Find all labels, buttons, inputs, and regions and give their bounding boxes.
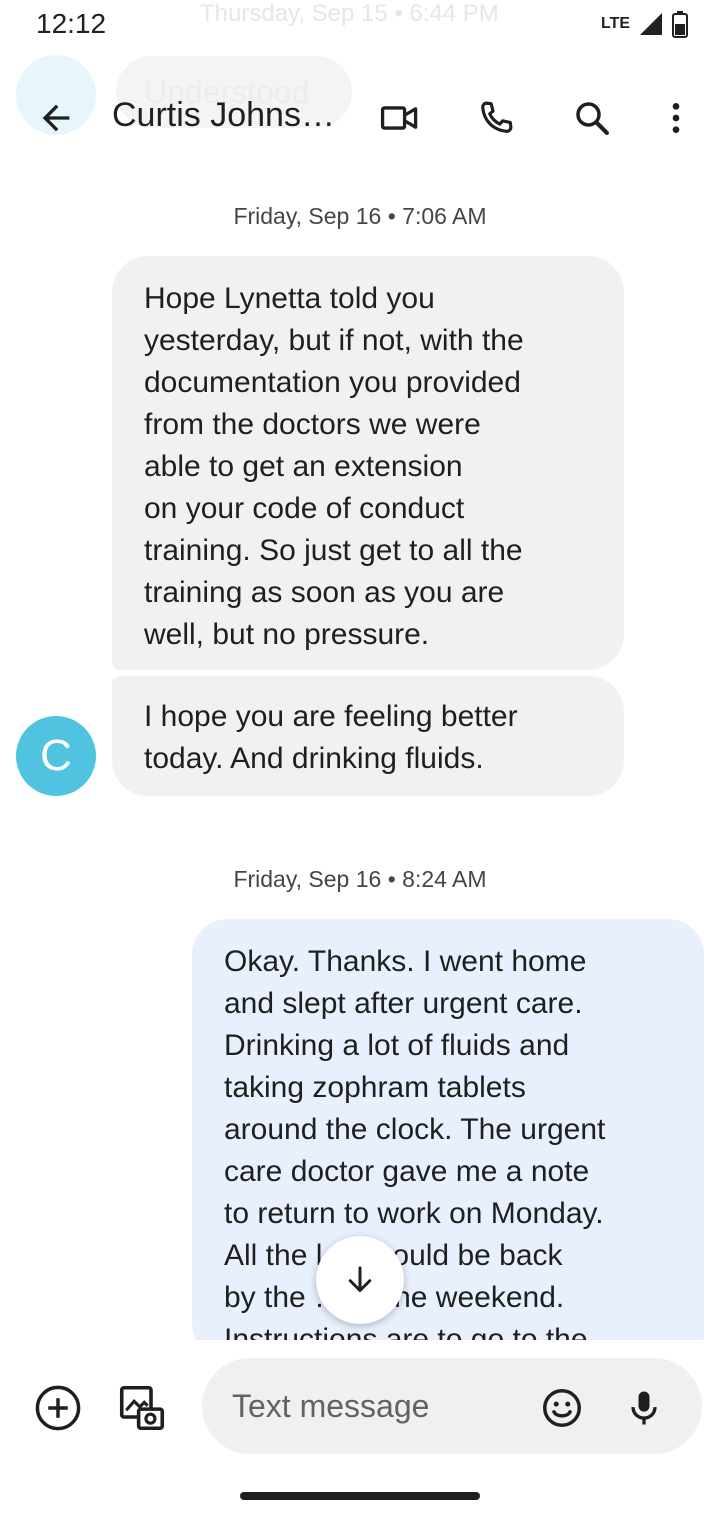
outgoing-message-bubble[interactable]: Okay. Thanks. I went home and slept afte…	[192, 919, 704, 1359]
more-options-button[interactable]	[646, 88, 706, 148]
status-time: 12:12	[36, 8, 107, 39]
emoji-button[interactable]	[532, 1378, 592, 1438]
message-line: and slept after urgent care.	[224, 987, 583, 1020]
voice-input-button[interactable]	[614, 1378, 674, 1438]
signal-icon	[640, 13, 662, 35]
timestamp-day: Friday, Sep 16	[233, 203, 382, 229]
back-button[interactable]	[26, 88, 86, 148]
home-indicator[interactable]	[240, 1492, 480, 1500]
add-circle-icon	[35, 1385, 81, 1431]
status-icons: LTE	[601, 10, 688, 38]
timestamp-time: 7:06 AM	[402, 203, 487, 229]
search-button[interactable]	[562, 88, 622, 148]
message-timestamp: Friday, Sep 16 • 8:24 AM	[233, 866, 487, 892]
contact-avatar[interactable]: C	[16, 716, 96, 796]
message-line: documentation you provided	[144, 366, 521, 399]
timestamp-day: Friday, Sep 16	[233, 866, 382, 892]
message-line: on your code of conduct	[144, 492, 465, 525]
incoming-message-bubble[interactable]: I hope you are feeling better today. And…	[112, 676, 624, 796]
message-line: Drinking a lot of fluids and	[224, 1029, 570, 1062]
message-line: around the clock. The urgent	[224, 1113, 606, 1146]
more-vert-icon	[672, 103, 680, 133]
arrow-down-icon	[348, 1266, 372, 1292]
incoming-message-bubble[interactable]: Hope Lynetta told you yesterday, but if …	[112, 256, 624, 670]
message-line: to return to work on Monday.	[224, 1197, 604, 1230]
search-icon	[576, 102, 609, 135]
message-line: well, but no pressure.	[144, 618, 430, 651]
message-timestamp: Friday, Sep 16 • 7:06 AM	[233, 203, 487, 229]
phone-icon	[481, 101, 513, 133]
message-line: by the … of the weekend.	[224, 1281, 565, 1314]
gallery-button[interactable]	[112, 1378, 172, 1438]
gallery-camera-icon	[119, 1385, 165, 1431]
timestamp-time: 8:24 AM	[402, 866, 487, 892]
message-line: training. So just get to all the	[144, 534, 523, 567]
message-line: yesterday, but if not, with the	[144, 324, 524, 357]
emoji-icon	[543, 1389, 581, 1427]
video-call-button[interactable]	[370, 88, 430, 148]
video-call-icon	[380, 106, 418, 130]
message-line: I hope you are feeling better	[144, 700, 518, 733]
back-arrow-icon	[42, 104, 70, 132]
mic-icon	[631, 1391, 657, 1425]
message-line: Hope Lynetta told you	[144, 282, 435, 315]
contact-name[interactable]: Curtis Johns…	[112, 96, 335, 135]
message-line: care doctor gave me a note	[224, 1155, 590, 1188]
call-button[interactable]	[466, 88, 526, 148]
message-line: Okay. Thanks. I went home	[224, 945, 587, 978]
message-line: training as soon as you are	[144, 576, 505, 609]
background-timestamp: Thursday, Sep 15 • 6:44 PM	[200, 0, 499, 27]
battery-icon	[672, 11, 688, 38]
add-attachment-button[interactable]	[28, 1378, 88, 1438]
message-line: today. And drinking fluids.	[144, 742, 484, 775]
scroll-to-bottom-button[interactable]	[316, 1236, 404, 1324]
message-line: from the doctors we were	[144, 408, 481, 441]
message-input-placeholder[interactable]: Text message	[232, 1388, 429, 1425]
message-line: taking zophram tablets	[224, 1071, 526, 1104]
network-type: LTE	[600, 15, 630, 32]
message-line: able to get an extension	[144, 450, 463, 483]
message-line: All the l… should be back	[224, 1239, 563, 1272]
